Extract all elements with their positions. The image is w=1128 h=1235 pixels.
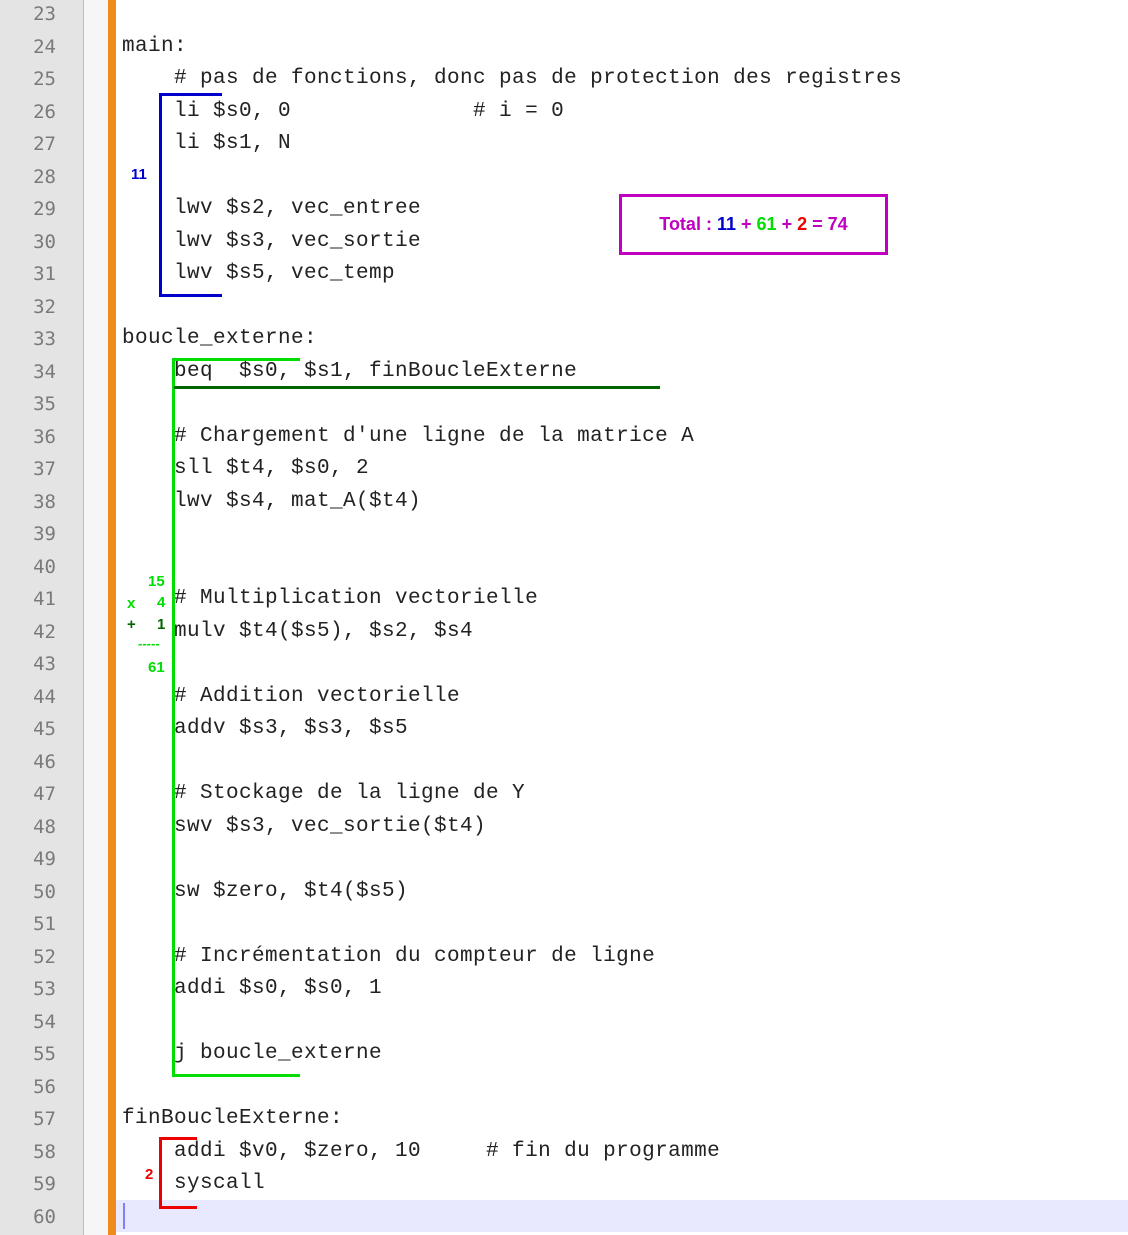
green-calc-result: 61 — [148, 659, 165, 676]
code-line[interactable]: swv $s3, vec_sortie($t4) — [122, 811, 486, 843]
line-number: 34 — [33, 360, 56, 383]
green-bracket-top — [172, 358, 300, 361]
blue-count-label: 11 — [131, 166, 147, 183]
green-calc-times: x — [127, 595, 136, 612]
red-bracket-top — [159, 1137, 197, 1140]
code-line[interactable]: lwv $s4, mat_A($t4) — [122, 486, 421, 518]
line-number: 53 — [33, 978, 56, 1000]
code-line[interactable]: addi $v0, $zero, 10 # fin du programme — [122, 1136, 720, 1168]
line-number: 60 — [33, 1205, 56, 1228]
fold-margin[interactable] — [84, 0, 108, 1235]
code-line[interactable]: lwv $s3, vec_sortie — [122, 226, 421, 258]
line-number: 55 — [33, 1043, 56, 1065]
line-number: 58 — [33, 1140, 56, 1163]
code-line[interactable]: # Stockage de la ligne de Y — [122, 778, 525, 810]
code-line[interactable]: main: — [122, 31, 187, 63]
green-bracket-bottom — [172, 1074, 300, 1077]
beq-underline — [174, 386, 660, 389]
green-calc-rule: ----- — [138, 636, 160, 651]
line-number: 43 — [33, 653, 56, 675]
red-bracket-side — [159, 1137, 162, 1209]
line-number: 57 — [33, 1108, 56, 1130]
line-number: 23 — [33, 3, 56, 25]
line-number: 36 — [33, 425, 56, 448]
line-number: 47 — [33, 783, 56, 805]
blue-bracket-bottom — [159, 294, 222, 297]
line-number: 44 — [33, 685, 56, 708]
line-number: 37 — [33, 458, 56, 480]
line-number: 35 — [33, 393, 56, 415]
line-number: 56 — [33, 1075, 56, 1098]
total-green: 61 — [756, 214, 777, 234]
green-calc-c: 1 — [157, 616, 166, 633]
code-line[interactable]: addi $s0, $s0, 1 — [122, 973, 382, 1005]
total-sum: 74 — [827, 214, 848, 234]
green-calc-plus: + — [127, 616, 136, 633]
code-editor[interactable]: 23 24 25 26 27 28 29 30 31 32 33 34 35 36 37 38 39 40 41 42… — [0, 0, 1128, 1235]
line-number: 51 — [33, 913, 56, 935]
blue-bracket-side — [159, 93, 162, 297]
code-line[interactable]: lwv $s5, vec_temp — [122, 258, 395, 290]
line-number: 41 — [33, 588, 56, 610]
line-number: 39 — [33, 523, 56, 545]
code-line[interactable]: finBoucleExterne: — [122, 1103, 343, 1135]
change-history-bar — [108, 0, 116, 1235]
line-number: 25 — [33, 68, 56, 90]
line-number: 48 — [33, 815, 56, 838]
total-summary-box: Total : 11 + 61 + 2 = 74 — [619, 194, 888, 255]
line-number: 49 — [33, 848, 56, 870]
current-line-highlight — [116, 1200, 1128, 1232]
total-plus-1: + — [741, 214, 752, 234]
line-number: 32 — [33, 295, 56, 318]
total-equals: = — [812, 214, 823, 234]
line-number: 38 — [33, 490, 56, 513]
code-line[interactable]: li $s0, 0 # i = 0 — [122, 96, 564, 128]
code-line[interactable]: # Chargement d'une ligne de la matrice A — [122, 421, 694, 453]
line-number: 50 — [33, 880, 56, 903]
code-line[interactable]: li $s1, N — [122, 128, 291, 160]
code-line[interactable]: syscall — [122, 1168, 265, 1200]
blue-bracket-top — [159, 93, 222, 96]
line-number: 40 — [33, 555, 56, 578]
code-line[interactable]: sw $zero, $t4($s5) — [122, 876, 408, 908]
text-caret — [123, 1203, 125, 1229]
line-number: 33 — [33, 328, 56, 350]
total-red: 2 — [797, 214, 808, 234]
green-calc-b: 4 — [157, 594, 166, 611]
red-count-label: 2 — [145, 1166, 154, 1183]
line-number: 24 — [33, 35, 56, 58]
line-number: 46 — [33, 750, 56, 773]
red-bracket-bottom — [159, 1206, 197, 1209]
line-number: 42 — [33, 620, 56, 643]
line-number: 31 — [33, 263, 56, 285]
total-blue: 11 — [716, 214, 736, 234]
total-label: Total : — [659, 214, 712, 234]
line-number: 52 — [33, 945, 56, 968]
line-number: 29 — [33, 198, 56, 220]
line-number: 54 — [33, 1010, 56, 1033]
code-line[interactable]: # pas de fonctions, donc pas de protecti… — [122, 63, 902, 95]
line-number: 59 — [33, 1173, 56, 1195]
code-line[interactable]: lwv $s2, vec_entree — [122, 193, 421, 225]
code-line[interactable]: # Multiplication vectorielle — [122, 583, 538, 615]
line-number: 26 — [33, 100, 56, 123]
line-number: 27 — [33, 133, 56, 155]
code-line[interactable]: addv $s3, $s3, $s5 — [122, 713, 408, 745]
code-line[interactable]: # Incrémentation du compteur de ligne — [122, 941, 655, 973]
code-line[interactable]: boucle_externe: — [122, 323, 317, 355]
total-plus-2: + — [781, 214, 793, 234]
code-line[interactable]: sll $t4, $s0, 2 — [122, 453, 369, 485]
line-number: 45 — [33, 718, 56, 740]
green-calc-a: 15 — [148, 573, 165, 590]
green-bracket-side — [172, 358, 175, 1077]
line-number: 28 — [33, 165, 56, 188]
code-line[interactable]: j boucle_externe — [122, 1038, 382, 1070]
line-number: 30 — [33, 230, 56, 253]
